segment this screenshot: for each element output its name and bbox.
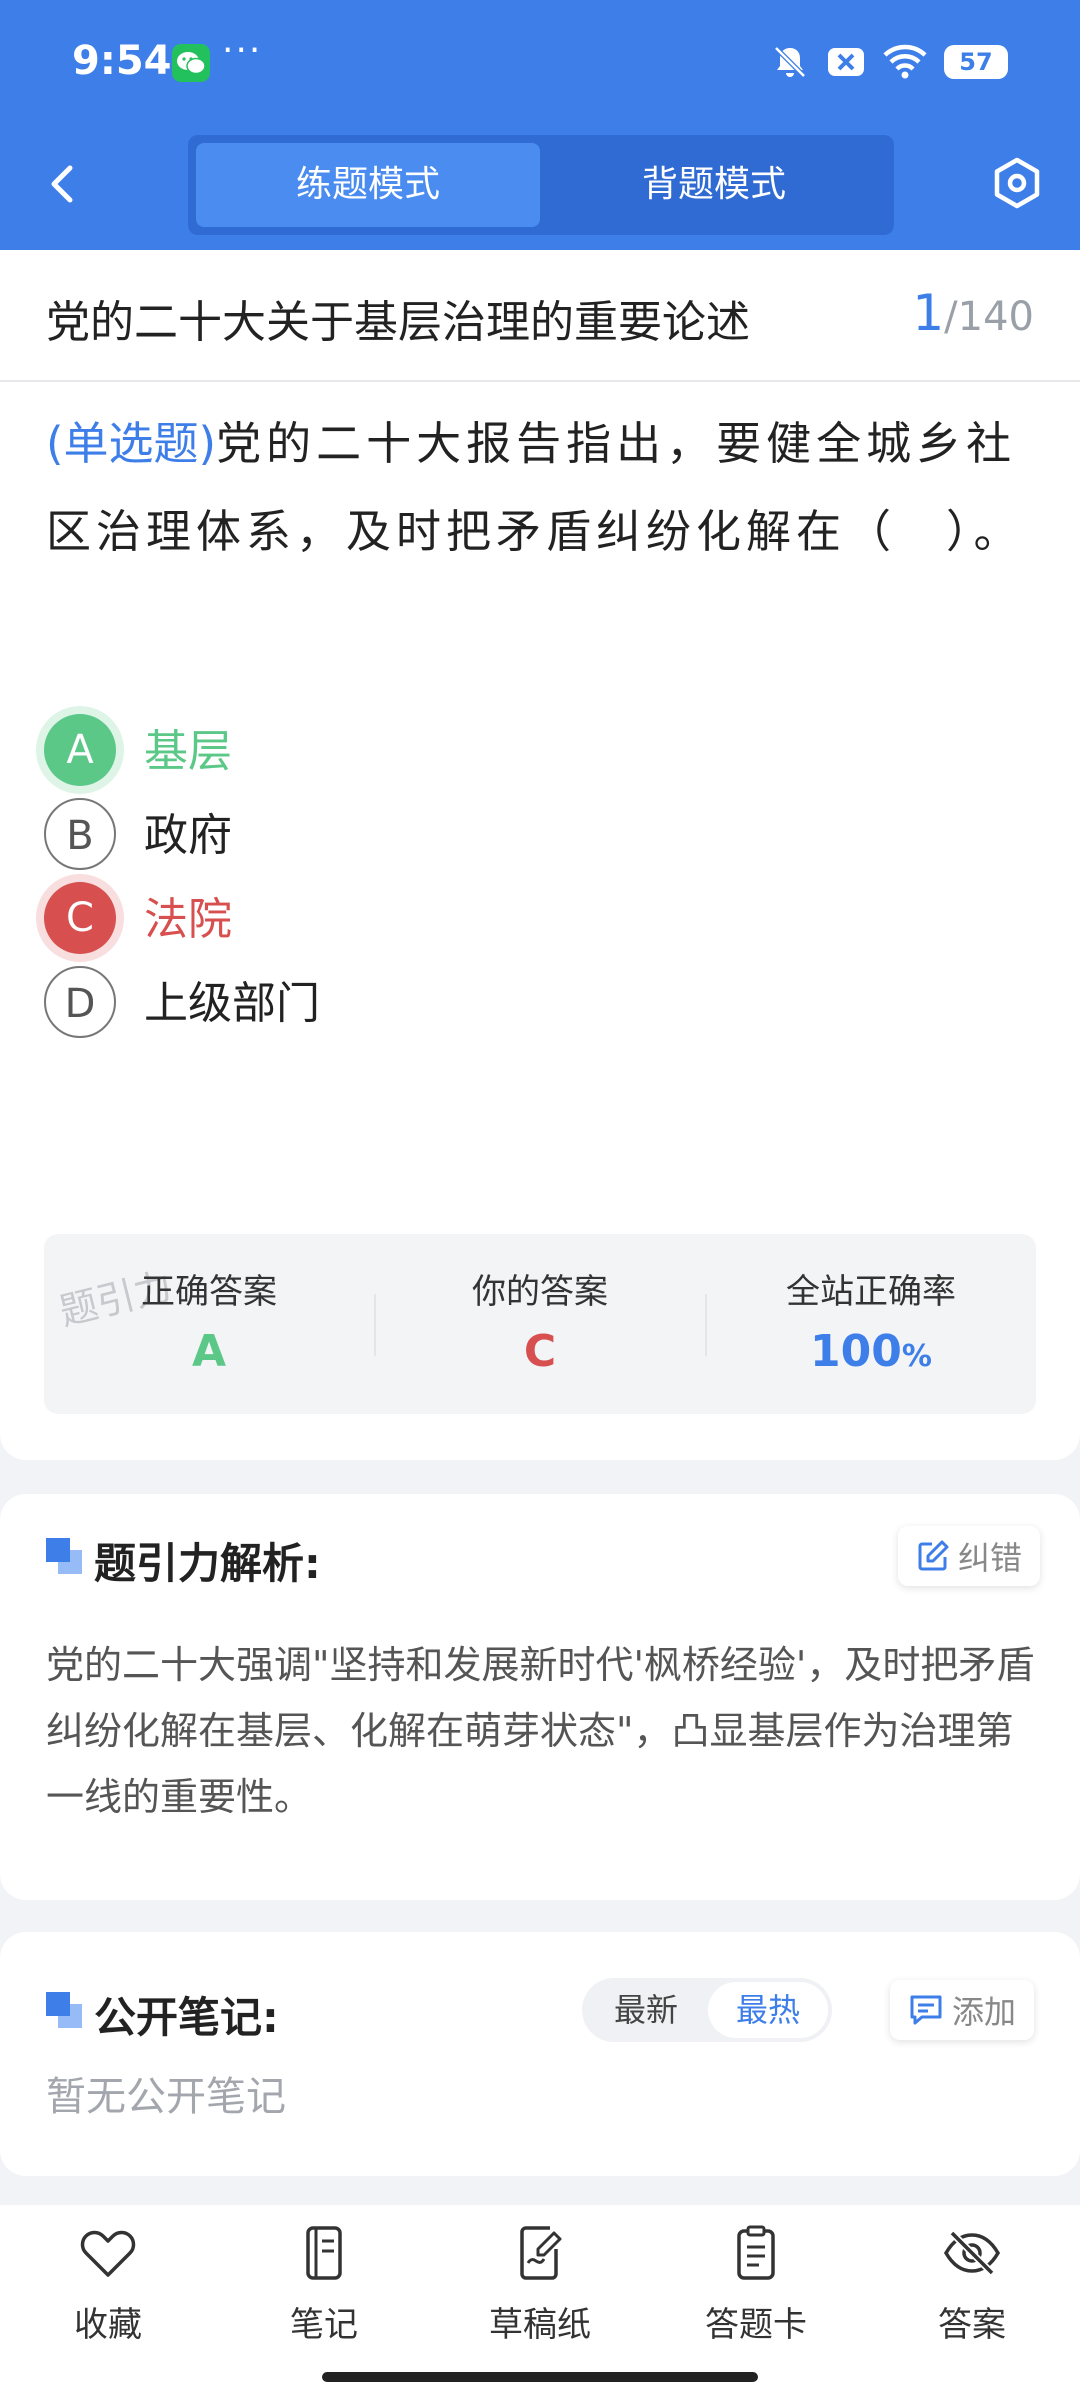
notebook-icon xyxy=(306,2226,342,2280)
tab-memorize-mode[interactable]: 背题模式 xyxy=(542,143,886,227)
comment-icon xyxy=(910,1995,942,2025)
option-b-text: 政府 xyxy=(144,810,232,861)
empty-notes-text: 暂无公开笔记 xyxy=(46,2074,286,2120)
battery-level: 57 xyxy=(959,48,993,76)
notes-sort-toggle: 最新 最热 xyxy=(582,1978,832,2042)
wechat-notification-icon xyxy=(172,44,210,82)
app-header: 9:54 ··· 57 练题模式 背题模式 xyxy=(0,0,1080,250)
heart-icon xyxy=(80,2230,136,2277)
draft-pen-icon xyxy=(520,2226,562,2280)
accuracy-label: 全站正确率 xyxy=(786,1272,956,1312)
option-c-marker: C xyxy=(44,882,116,954)
option-d[interactable]: D 上级部门 xyxy=(44,966,944,1042)
question-type: (单选题) xyxy=(46,417,217,470)
favorite-label: 收藏 xyxy=(74,2305,142,2345)
answer-summary: 题引力 正确答案 A 你的答案 C 全站正确率 100% xyxy=(44,1234,1036,1414)
settings-icon[interactable] xyxy=(990,156,1044,210)
public-notes-card: 公开笔记: 最新 最热 添加 暂无公开笔记 xyxy=(0,1932,1080,2176)
show-answer-button[interactable]: 答案 xyxy=(892,2225,1052,2365)
no-sim-icon xyxy=(828,48,864,76)
option-d-text: 上级部门 xyxy=(144,978,320,1029)
eye-off-icon xyxy=(943,2230,1001,2276)
your-answer-column: 你的答案 C xyxy=(375,1234,705,1414)
sort-latest[interactable]: 最新 xyxy=(586,1982,706,2038)
option-b-marker: B xyxy=(44,798,116,870)
edit-icon xyxy=(918,1540,949,1571)
notes-title: 公开笔记: xyxy=(94,1993,279,2042)
answer-card-label: 答题卡 xyxy=(705,2305,807,2345)
option-a-text: 基层 xyxy=(144,726,232,777)
correct-answer-label: 正确答案 xyxy=(141,1272,277,1312)
note-label: 笔记 xyxy=(290,2305,358,2345)
accuracy-number: 100 xyxy=(810,1326,902,1377)
show-answer-label: 答案 xyxy=(938,2305,1006,2345)
question-progress: 1/140 xyxy=(912,284,1034,342)
chapter-title: 党的二十大关于基层治理的重要论述 xyxy=(46,297,750,348)
correct-answer-value: A xyxy=(191,1326,227,1377)
correct-answer-column: 正确答案 A xyxy=(44,1234,374,1414)
question-stem: (单选题)党的二十大报告指出，要健全城乡社区治理体系，及时把矛盾纠纷化解在（ ）… xyxy=(46,400,1036,576)
mute-bell-icon xyxy=(774,46,806,78)
option-a-marker: A xyxy=(44,714,116,786)
note-button[interactable]: 笔记 xyxy=(244,2225,404,2365)
question-card: 党的二十大关于基层治理的重要论述 1/140 (单选题)党的二十大报告指出，要健… xyxy=(0,250,1080,1460)
favorite-button[interactable]: 收藏 xyxy=(28,2225,188,2365)
sort-hottest[interactable]: 最热 xyxy=(708,1982,828,2038)
accuracy-column: 全站正确率 100% xyxy=(706,1234,1036,1414)
status-more-icon: ··· xyxy=(222,30,263,71)
analysis-card: 题引力解析: 纠错 党的二十大强调"坚持和发展新时代'枫桥经验'，及时把矛盾纠纷… xyxy=(0,1494,1080,1900)
add-note-label: 添加 xyxy=(952,1993,1017,2031)
option-b[interactable]: B 政府 xyxy=(44,798,944,874)
home-indicator[interactable] xyxy=(322,2372,758,2382)
mode-switch: 练题模式 背题模式 xyxy=(188,135,894,235)
chapter-bar: 党的二十大关于基层治理的重要论述 1/140 xyxy=(0,250,1080,382)
report-error-label: 纠错 xyxy=(958,1539,1023,1577)
option-c-text: 法院 xyxy=(144,894,232,945)
bottom-toolbar: 收藏 笔记 草稿纸 答题卡 答案 xyxy=(0,2205,1080,2400)
section-icon xyxy=(46,1992,84,2030)
clipboard-icon xyxy=(737,2225,775,2280)
status-icons: 57 xyxy=(770,38,1008,86)
option-c[interactable]: C 法院 xyxy=(44,882,944,958)
analysis-text: 党的二十大强调"坚持和发展新时代'枫桥经验'，及时把矛盾纠纷化解在基层、化解在萌… xyxy=(46,1643,1035,1819)
battery-icon: 57 xyxy=(944,45,1008,79)
draft-paper-label: 草稿纸 xyxy=(489,2305,591,2345)
answer-card-button[interactable]: 答题卡 xyxy=(676,2225,836,2365)
draft-paper-button[interactable]: 草稿纸 xyxy=(460,2225,620,2365)
report-error-button[interactable]: 纠错 xyxy=(898,1526,1041,1586)
status-time: 9:54 xyxy=(72,38,172,84)
back-arrow-icon[interactable] xyxy=(42,150,86,220)
option-a[interactable]: A 基层 xyxy=(44,714,944,790)
wifi-icon xyxy=(883,44,927,79)
your-answer-value: C xyxy=(523,1326,557,1377)
progress-current: 1 xyxy=(912,284,945,342)
add-note-button[interactable]: 添加 xyxy=(890,1980,1035,2040)
option-d-marker: D xyxy=(44,966,116,1038)
progress-total: /140 xyxy=(944,294,1034,340)
analysis-title: 题引力解析: xyxy=(94,1539,321,1588)
tab-practice-mode[interactable]: 练题模式 xyxy=(196,143,540,227)
your-answer-label: 你的答案 xyxy=(472,1272,608,1312)
accuracy-value: 100% xyxy=(706,1326,1036,1377)
accuracy-unit: % xyxy=(901,1339,932,1374)
section-icon xyxy=(46,1538,84,1576)
